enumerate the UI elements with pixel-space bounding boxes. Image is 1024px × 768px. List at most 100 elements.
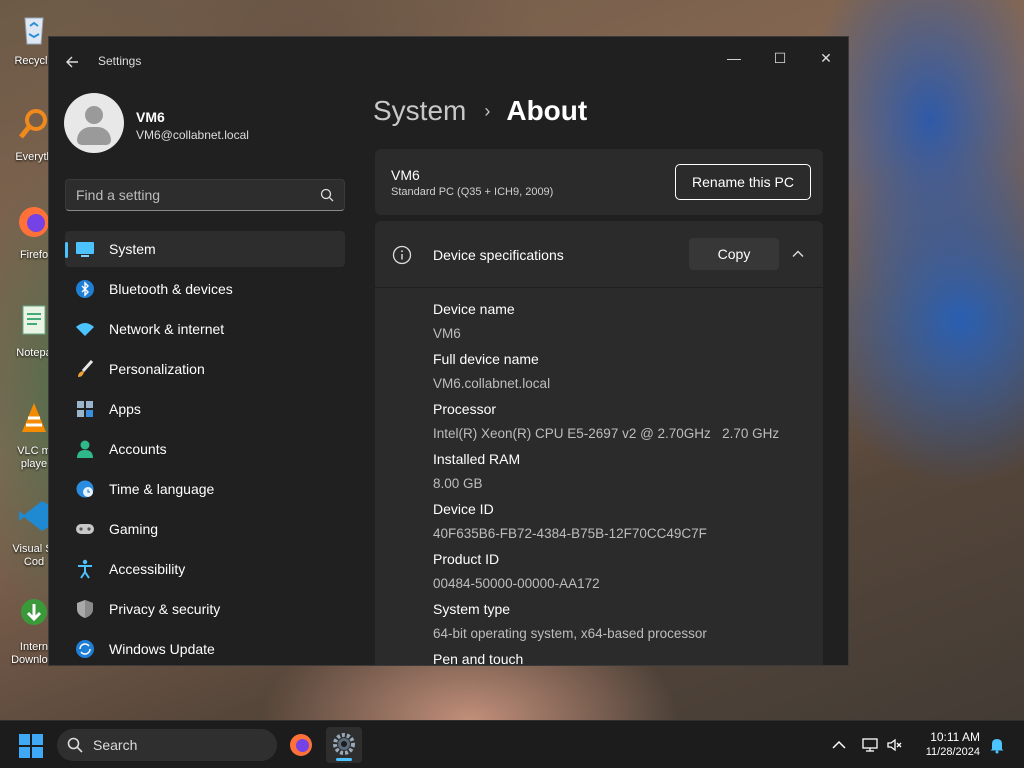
close-button[interactable]: ✕ — [803, 43, 848, 73]
everything-search-icon — [19, 109, 47, 139]
spec-value: 8.00 GB — [433, 476, 483, 491]
avatar-body — [77, 127, 111, 145]
spec-label: Full device name — [433, 351, 539, 367]
sidebar-item-windows-update[interactable]: Windows Update — [65, 631, 345, 665]
device-specifications-card: Device specifications Copy Device name V… — [375, 221, 823, 666]
volume-muted-icon[interactable] — [886, 736, 904, 754]
rename-pc-button[interactable]: Rename this PC — [675, 164, 811, 200]
sidebar-item-label: Bluetooth & devices — [109, 281, 233, 297]
sidebar-item-network[interactable]: Network & internet — [65, 311, 345, 347]
gamepad-icon — [75, 519, 95, 539]
system-icon — [75, 239, 95, 259]
spec-label: Pen and touch — [433, 651, 524, 666]
copy-button[interactable]: Copy — [689, 238, 779, 270]
spec-label: Product ID — [433, 551, 500, 567]
spec-value: VM6.collabnet.local — [433, 376, 551, 391]
sidebar-item-time-language[interactable]: Time & language — [65, 471, 345, 507]
sidebar-item-label: Personalization — [109, 361, 205, 377]
brush-icon — [75, 359, 95, 379]
sidebar-item-bluetooth[interactable]: Bluetooth & devices — [65, 271, 345, 307]
chevron-right-icon: › — [484, 100, 491, 121]
breadcrumb-parent-system[interactable]: System — [373, 95, 466, 127]
apps-icon — [75, 399, 95, 419]
sidebar-item-label: Accessibility — [109, 561, 186, 577]
sidebar-item-system[interactable]: System — [65, 231, 345, 267]
spec-value: Intel(R) Xeon(R) CPU E5-2697 v2 @ 2.70GH… — [433, 426, 780, 441]
pc-model: Standard PC (Q35 + ICH9, 2009) — [391, 186, 554, 198]
avatar[interactable] — [64, 93, 124, 153]
sidebar-item-label: Network & internet — [109, 321, 225, 337]
back-button[interactable] — [61, 51, 83, 73]
update-icon — [75, 639, 95, 659]
wifi-icon — [75, 319, 95, 339]
internet-download-manager-icon — [21, 599, 47, 625]
spec-value: 00484-50000-00000-AA172 — [433, 576, 600, 591]
notification-bell-icon[interactable] — [988, 736, 1006, 754]
page-title: About — [506, 95, 588, 126]
pc-name: VM6 — [391, 167, 420, 183]
taskbar: Search 10:11 AM 11/28/2024 — [0, 720, 1024, 768]
spec-value: 64-bit operating system, x64-based proce… — [433, 626, 707, 641]
sidebar-item-label: Windows Update — [109, 641, 215, 657]
sidebar-item-accessibility[interactable]: Accessibility — [65, 551, 345, 587]
shield-icon — [75, 599, 95, 619]
clock-date[interactable]: 11/28/2024 — [926, 746, 980, 758]
spec-label: Installed RAM — [433, 451, 521, 467]
sidebar-item-label: Privacy & security — [109, 601, 221, 617]
title-bar: Settings — ☐ ✕ — [49, 37, 848, 85]
spec-label: System type — [433, 601, 511, 617]
spec-row: Product ID 00484-50000-00000-AA172 — [433, 547, 813, 597]
taskbar-firefox[interactable] — [283, 727, 319, 763]
user-email: VM6@collabnet.local — [136, 128, 249, 142]
spec-label: Device ID — [433, 501, 494, 517]
spec-value: 40F635B6-FB72-4384-B75B-12F70CC49C7F — [433, 526, 707, 541]
notepad-icon — [22, 305, 46, 335]
vlc-icon — [22, 403, 46, 432]
sidebar-item-label: Accounts — [109, 441, 167, 457]
taskbar-search[interactable]: Search — [57, 729, 277, 761]
pc-name-card: VM6 Standard PC (Q35 + ICH9, 2009) Renam… — [375, 149, 823, 215]
info-icon — [392, 245, 412, 265]
accounts-icon — [75, 439, 95, 459]
search-input[interactable] — [76, 180, 311, 210]
device-specifications-list: Device name VM6 Full device name VM6.col… — [433, 297, 813, 666]
sidebar-item-personalization[interactable]: Personalization — [65, 351, 345, 387]
taskbar-settings[interactable] — [326, 727, 362, 763]
clock-time[interactable]: 10:11 AM — [930, 730, 980, 744]
chevron-up-icon[interactable] — [830, 736, 848, 754]
settings-window: Settings — ☐ ✕ VM6 VM6@collabnet.local S… — [48, 36, 849, 666]
active-app-indicator — [336, 758, 352, 761]
windows-start-icon[interactable] — [18, 733, 44, 759]
spec-value: VM6 — [433, 326, 461, 341]
sidebar-item-label: System — [109, 241, 156, 257]
chevron-up-icon[interactable] — [791, 247, 805, 261]
window-title: Settings — [98, 54, 142, 68]
spec-row: Device ID 40F635B6-FB72-4384-B75B-12F70C… — [433, 497, 813, 547]
sidebar-item-label: Time & language — [109, 481, 215, 497]
network-icon[interactable] — [861, 736, 879, 754]
sidebar-item-apps[interactable]: Apps — [65, 391, 345, 427]
firefox-icon — [290, 734, 312, 756]
sidebar-nav: System Bluetooth & devices Network & int… — [65, 231, 345, 665]
minimize-button[interactable]: — — [711, 43, 757, 73]
spec-label: Processor — [433, 401, 497, 417]
find-setting-search[interactable] — [65, 179, 345, 211]
sidebar-item-privacy-security[interactable]: Privacy & security — [65, 591, 345, 627]
spec-row: Device name VM6 — [433, 297, 813, 347]
sidebar-item-accounts[interactable]: Accounts — [65, 431, 345, 467]
user-name: VM6 — [136, 109, 165, 125]
device-specifications-header[interactable]: Device specifications Copy — [375, 221, 823, 288]
vscode-icon — [19, 501, 49, 531]
recycle-bin-icon — [24, 17, 44, 45]
firefox-icon — [19, 207, 49, 237]
search-icon — [320, 188, 334, 202]
back-arrow-icon — [66, 56, 78, 68]
globe-clock-icon — [75, 479, 95, 499]
device-specifications-title: Device specifications — [433, 247, 564, 263]
spec-row: System type 64-bit operating system, x64… — [433, 597, 813, 647]
avatar-head — [85, 106, 103, 124]
spec-label: Device name — [433, 301, 515, 317]
breadcrumb: System › About — [373, 95, 587, 127]
maximize-button[interactable]: ☐ — [757, 43, 803, 73]
sidebar-item-gaming[interactable]: Gaming — [65, 511, 345, 547]
